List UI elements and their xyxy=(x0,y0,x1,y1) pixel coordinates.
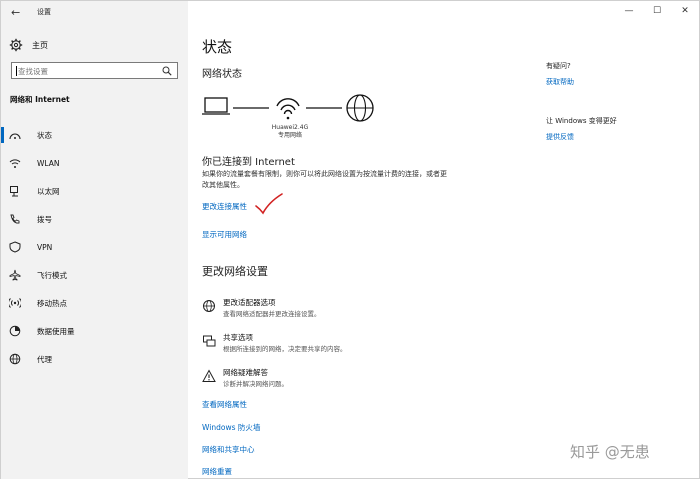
option-title: 共享选项 xyxy=(223,333,253,342)
home-label: 主页 xyxy=(32,40,48,50)
ethernet-icon xyxy=(10,186,18,197)
adapter-icon xyxy=(203,300,215,312)
wifi-signal-icon xyxy=(276,98,300,120)
back-arrow-icon[interactable]: ← xyxy=(11,6,20,19)
sharing-options-item[interactable]: 共享选项 根据所连接到的网络，决定要共享的内容。 xyxy=(202,332,502,362)
vpn-icon xyxy=(9,241,21,253)
warning-icon xyxy=(202,369,216,382)
minimize-button[interactable]: — xyxy=(615,1,643,21)
sharing-icon xyxy=(203,335,216,347)
change-network-settings-heading: 更改网络设置 xyxy=(202,265,268,278)
view-network-properties-link[interactable]: 查看网络属性 xyxy=(202,399,247,410)
page-title: 状态 xyxy=(202,38,233,56)
sidebar-nav: 状态 WLAN 以太网 拨号 VPN 飞行模式 移动热点 数据使用量 代理 xyxy=(1,121,188,373)
network-status-heading: 网络状态 xyxy=(202,69,242,80)
watermark: 知乎 @无患 xyxy=(570,443,650,461)
hotspot-icon xyxy=(9,298,21,308)
globe-internet-icon xyxy=(346,94,374,122)
network-name: Huawei2.4G xyxy=(271,124,309,131)
connected-description: 如果你的流量套餐有限制，则你可以将此网络设置为按流量计费的连接，或者更改其他属性… xyxy=(202,170,447,189)
laptop-icon xyxy=(202,97,230,115)
maximize-button[interactable]: ☐ xyxy=(643,1,671,21)
wifi-icon xyxy=(9,159,21,168)
network-sharing-center-link[interactable]: 网络和共享中心 xyxy=(202,444,255,455)
windows-firewall-link[interactable]: Windows 防火墙 xyxy=(202,422,260,433)
option-title: 网络疑难解答 xyxy=(223,368,268,377)
feedback-heading: 让 Windows 变得更好 xyxy=(546,117,617,125)
search-placeholder: 查找设置 xyxy=(18,67,48,76)
question-heading: 有疑问? xyxy=(546,62,571,70)
sidebar-item-vpn[interactable]: VPN xyxy=(1,233,188,261)
option-description: 诊断并解决网络问题。 xyxy=(223,380,288,388)
sidebar: ← 设置 主页 查找设置 网络和 Internet 状态 WLAN 以太网 拨号… xyxy=(1,1,188,479)
window-controls: — ☐ ✕ xyxy=(615,1,699,23)
section-title: 网络和 Internet xyxy=(10,95,70,104)
sidebar-item-label: 代理 xyxy=(37,354,52,364)
adapter-options-item[interactable]: 更改适配器选项 查看网络适配器并更改连接设置。 xyxy=(202,297,502,327)
option-title: 更改适配器选项 xyxy=(223,298,276,307)
option-description: 根据所连接到的网络，决定要共享的内容。 xyxy=(223,345,347,353)
globe-icon xyxy=(9,353,21,365)
sidebar-item-label: 以太网 xyxy=(37,186,60,196)
sidebar-item-label: 状态 xyxy=(37,130,52,140)
sidebar-item-dialup[interactable]: 拨号 xyxy=(1,205,188,233)
sidebar-item-hotspot[interactable]: 移动热点 xyxy=(1,289,188,317)
network-reset-link[interactable]: 网络重置 xyxy=(202,466,232,477)
search-input[interactable]: 查找设置 xyxy=(11,62,178,79)
app-title: 设置 xyxy=(37,8,51,16)
give-feedback-link[interactable]: 提供反馈 xyxy=(546,132,574,142)
gear-icon xyxy=(9,38,23,52)
main-content: 状态 网络状态 Huawei2.4G 专用网络 你已连接到 Internet 如… xyxy=(202,1,532,479)
show-available-networks-link[interactable]: 显示可用网络 xyxy=(202,229,247,240)
sidebar-item-label: 拨号 xyxy=(37,214,52,224)
sidebar-item-data-usage[interactable]: 数据使用量 xyxy=(1,317,188,345)
network-diagram-graphic xyxy=(202,94,374,122)
troubleshooter-item[interactable]: 网络疑难解答 诊断并解决网络问题。 xyxy=(202,367,502,397)
sidebar-item-status[interactable]: 状态 xyxy=(1,121,188,149)
sidebar-item-label: VPN xyxy=(37,242,53,252)
connected-title: 你已连接到 Internet xyxy=(202,157,295,168)
network-diagram: Huawei2.4G 专用网络 xyxy=(202,91,382,151)
close-button[interactable]: ✕ xyxy=(671,1,699,21)
get-help-link[interactable]: 获取帮助 xyxy=(546,77,574,87)
sidebar-item-ethernet[interactable]: 以太网 xyxy=(1,177,188,205)
sidebar-item-label: WLAN xyxy=(37,158,60,168)
red-checkmark-annotation xyxy=(255,193,283,215)
text-cursor xyxy=(16,66,17,76)
option-description: 查看网络适配器并更改连接设置。 xyxy=(223,310,321,318)
sidebar-item-label: 移动热点 xyxy=(37,298,67,308)
home-link[interactable]: 主页 xyxy=(9,38,48,52)
search-icon[interactable] xyxy=(162,66,172,76)
sidebar-item-wlan[interactable]: WLAN xyxy=(1,149,188,177)
sidebar-item-label: 飞行模式 xyxy=(37,270,67,280)
title-bar: ← 设置 xyxy=(1,1,188,23)
data-usage-icon xyxy=(9,325,21,337)
sidebar-item-label: 数据使用量 xyxy=(37,326,75,336)
settings-window: ← 设置 主页 查找设置 网络和 Internet 状态 WLAN 以太网 拨号… xyxy=(0,0,700,479)
airplane-icon xyxy=(9,269,21,281)
sidebar-item-proxy[interactable]: 代理 xyxy=(1,345,188,373)
change-connection-properties-link[interactable]: 更改连接属性 xyxy=(202,201,247,212)
phone-icon xyxy=(10,214,20,224)
status-icon xyxy=(9,133,21,140)
network-type: 专用网络 xyxy=(277,132,302,139)
network-label: Huawei2.4G 专用网络 xyxy=(260,124,320,140)
sidebar-item-airplane[interactable]: 飞行模式 xyxy=(1,261,188,289)
